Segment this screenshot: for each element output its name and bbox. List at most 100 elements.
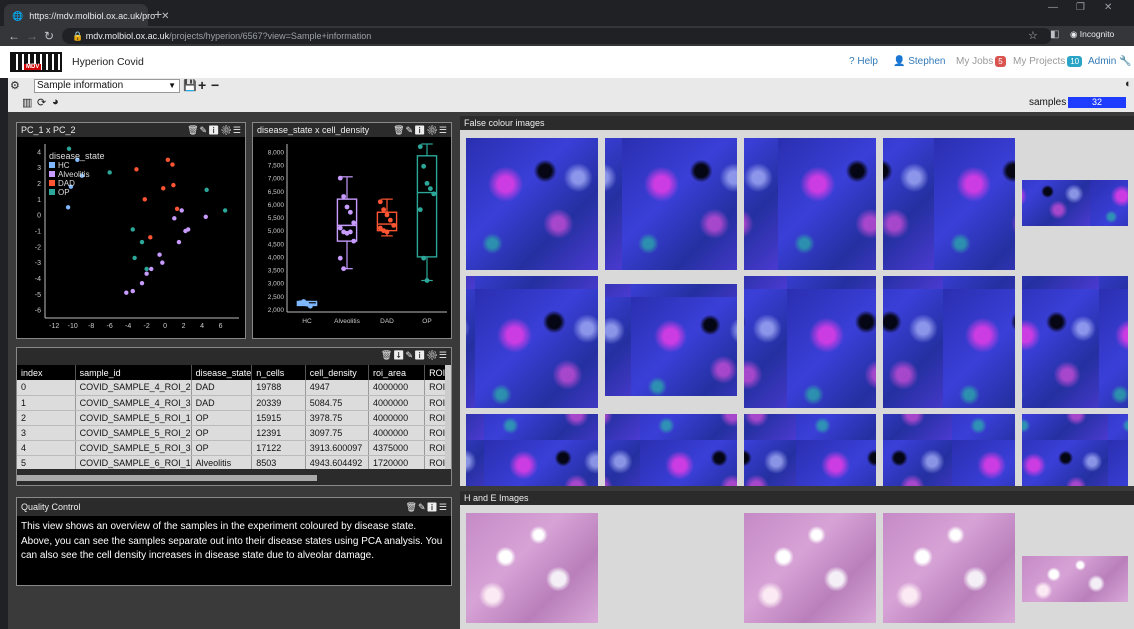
y-tick-label: 5,500 [268, 215, 285, 222]
data-table[interactable]: index sample_id disease_state n_cells cell_d… [17, 365, 447, 469]
box-point [384, 212, 390, 218]
view-select[interactable]: Sample information ▼ [34, 79, 180, 93]
false-colour-thumbnail[interactable] [466, 276, 598, 408]
panel-icons[interactable]: 🗑✎ℹ⚙☰ [393, 123, 448, 137]
he-thumbnail[interactable] [883, 513, 1015, 623]
minimize-icon[interactable]: — [1048, 2, 1058, 13]
false-colour-thumbnail[interactable] [466, 138, 598, 270]
column-header[interactable]: disease_state [191, 365, 253, 380]
table-cell: ROI [424, 410, 447, 426]
scatter-point [139, 239, 145, 245]
admin-link[interactable]: Admin 🔧 [1088, 56, 1132, 67]
legend-item[interactable]: OP [49, 188, 105, 197]
table-row[interactable]: 3 COVID_SAMPLE_5_ROI_2 OP 12391 3097.75 40000… [17, 425, 447, 441]
x-tick-label: HC [302, 318, 312, 325]
samples-count-bar: 32 [1068, 97, 1126, 108]
legend-item[interactable]: Alveolitis [49, 170, 105, 179]
he-thumbnail[interactable] [1022, 556, 1128, 602]
legend-item[interactable]: DAD [49, 179, 105, 188]
box-point [391, 222, 397, 228]
close-window-icon[interactable]: ✕ [1104, 2, 1112, 13]
table-row[interactable]: 2 COVID_SAMPLE_5_ROI_1 OP 15915 3978.75 40000… [17, 410, 447, 426]
boxplot-chart[interactable]: 2,000 2,500 3,000 3,500 4,000 4,500 5,000 5,500… [253, 138, 451, 339]
false-colour-thumbnail[interactable] [605, 138, 737, 270]
table-cell: 5084.75 [305, 395, 370, 411]
panel-icons[interactable]: 🗑✎ℹ⚙☰ [187, 123, 242, 137]
legend-item[interactable]: HC [49, 161, 105, 170]
false-colour-thumbnail[interactable] [883, 138, 1015, 270]
column-header[interactable]: ROI [424, 365, 447, 380]
false-colour-images-panel: False colour images [460, 116, 1134, 486]
refresh-icon[interactable]: ⟳ [37, 96, 46, 109]
box-point [387, 217, 393, 223]
false-colour-thumbnail[interactable] [883, 414, 1015, 486]
y-tick-label: 2,500 [268, 294, 285, 301]
box-point [381, 207, 387, 213]
table-cell: 3978.75 [305, 410, 370, 426]
scatter-point [148, 235, 153, 240]
false-colour-thumbnail[interactable] [744, 138, 876, 270]
info-icon[interactable]: ◐ [1125, 78, 1132, 90]
table-row[interactable]: 5 COVID_SAMPLE_6_ROI_1 Alveolitis 8503 4943.… [17, 455, 447, 469]
reload-icon[interactable]: ↻ [44, 29, 54, 43]
incognito-label: Incognito [1079, 29, 1115, 39]
view-select-value: Sample information [37, 80, 124, 91]
box-point [337, 175, 343, 181]
my-jobs-link[interactable]: My Jobs 5 [956, 56, 1006, 67]
settings-gear-icon[interactable]: ⚙ [10, 79, 20, 92]
column-header[interactable]: sample_id [75, 365, 192, 380]
forward-icon[interactable]: → [26, 29, 38, 43]
save-icon[interactable]: 💾 [183, 79, 197, 92]
false-colour-thumbnail[interactable] [466, 414, 598, 486]
table-vscrollbar[interactable] [445, 365, 451, 469]
help-link[interactable]: ? Help [849, 56, 878, 67]
sidepanel-icon[interactable]: ◧ [1050, 29, 1059, 40]
maximize-icon[interactable]: ❐ [1076, 2, 1085, 13]
add-view-icon[interactable]: + [198, 77, 206, 93]
false-colour-thumbnail[interactable] [1022, 414, 1128, 486]
browser-tab[interactable]: 🌐 https://mdv.molbiol.ox.ac.uk/pro ✕ [4, 4, 170, 28]
table-cell: COVID_SAMPLE_6_ROI_1 [75, 455, 192, 469]
my-projects-link[interactable]: My Projects 10 [1013, 56, 1083, 67]
x-tick-label: -12 [49, 323, 59, 330]
false-colour-thumbnail[interactable] [605, 414, 737, 486]
url-field[interactable]: 🔒 mdv.molbiol.ox.ac.uk/projects/hyperion… [62, 28, 1052, 44]
qc-panel-icons[interactable]: 🗑✎ℹ☰ [406, 498, 448, 516]
back-icon[interactable]: ← [8, 29, 20, 43]
he-thumbnail[interactable] [466, 513, 598, 623]
y-tick-label: 0 [37, 213, 41, 220]
mdv-logo[interactable]: MDV [10, 52, 62, 72]
table-row[interactable]: 1 COVID_SAMPLE_4_ROI_3 DAD 20339 5084.75 4000… [17, 395, 447, 411]
close-tab-icon[interactable]: ✕ [161, 11, 169, 22]
star-icon[interactable]: ☆ [1028, 29, 1038, 42]
palette-icon[interactable]: ◕ [52, 96, 59, 108]
table-row[interactable]: 4 COVID_SAMPLE_5_ROI_3 OP 17122 3913.600097 4… [17, 440, 447, 456]
table-hscrollbar[interactable] [17, 475, 317, 481]
incognito-indicator[interactable]: ◉ Incognito [1070, 29, 1114, 40]
scatter-point [171, 182, 176, 188]
add-chart-icon[interactable]: ▥ [22, 96, 32, 109]
pca-scatter-panel: PC_1 x PC_2 🗑✎ℹ⚙☰ -12 -10 -8 -6 -4 -2 0 2 4 6 4 3 2 1… [16, 122, 246, 339]
he-thumbnail[interactable] [744, 513, 876, 623]
table-panel-icons[interactable]: 🗑⬇✎ℹ⚙☰ [381, 350, 448, 361]
pca-panel-header: PC_1 x PC_2 🗑✎ℹ⚙☰ [17, 123, 245, 137]
false-colour-thumbnail[interactable] [1022, 180, 1128, 226]
column-header[interactable]: cell_density [305, 365, 370, 380]
table-row[interactable]: 0 COVID_SAMPLE_4_ROI_2 DAD 19788 4947 4000000… [17, 380, 447, 396]
false-colour-thumbnail[interactable] [744, 276, 876, 408]
false-colour-thumbnail[interactable] [883, 276, 1015, 408]
column-header[interactable]: index [17, 365, 76, 380]
false-colour-thumbnail[interactable] [1022, 276, 1128, 408]
qc-header: Quality Control 🗑✎ℹ☰ [17, 498, 451, 516]
new-tab-icon[interactable]: + [154, 6, 162, 22]
column-header[interactable]: roi_area [368, 365, 426, 380]
false-colour-thumbnail[interactable] [744, 414, 876, 486]
false-colour-thumbnail[interactable] [605, 284, 737, 396]
user-link[interactable]: 👤 Stephen [893, 56, 946, 67]
boxplot-title: disease_state x cell_density [257, 125, 370, 135]
table-cell: 0 [17, 380, 76, 396]
box-point [347, 209, 353, 215]
remove-view-icon[interactable]: − [211, 77, 219, 93]
table-cell: 5 [17, 455, 76, 469]
column-header[interactable]: n_cells [251, 365, 306, 380]
